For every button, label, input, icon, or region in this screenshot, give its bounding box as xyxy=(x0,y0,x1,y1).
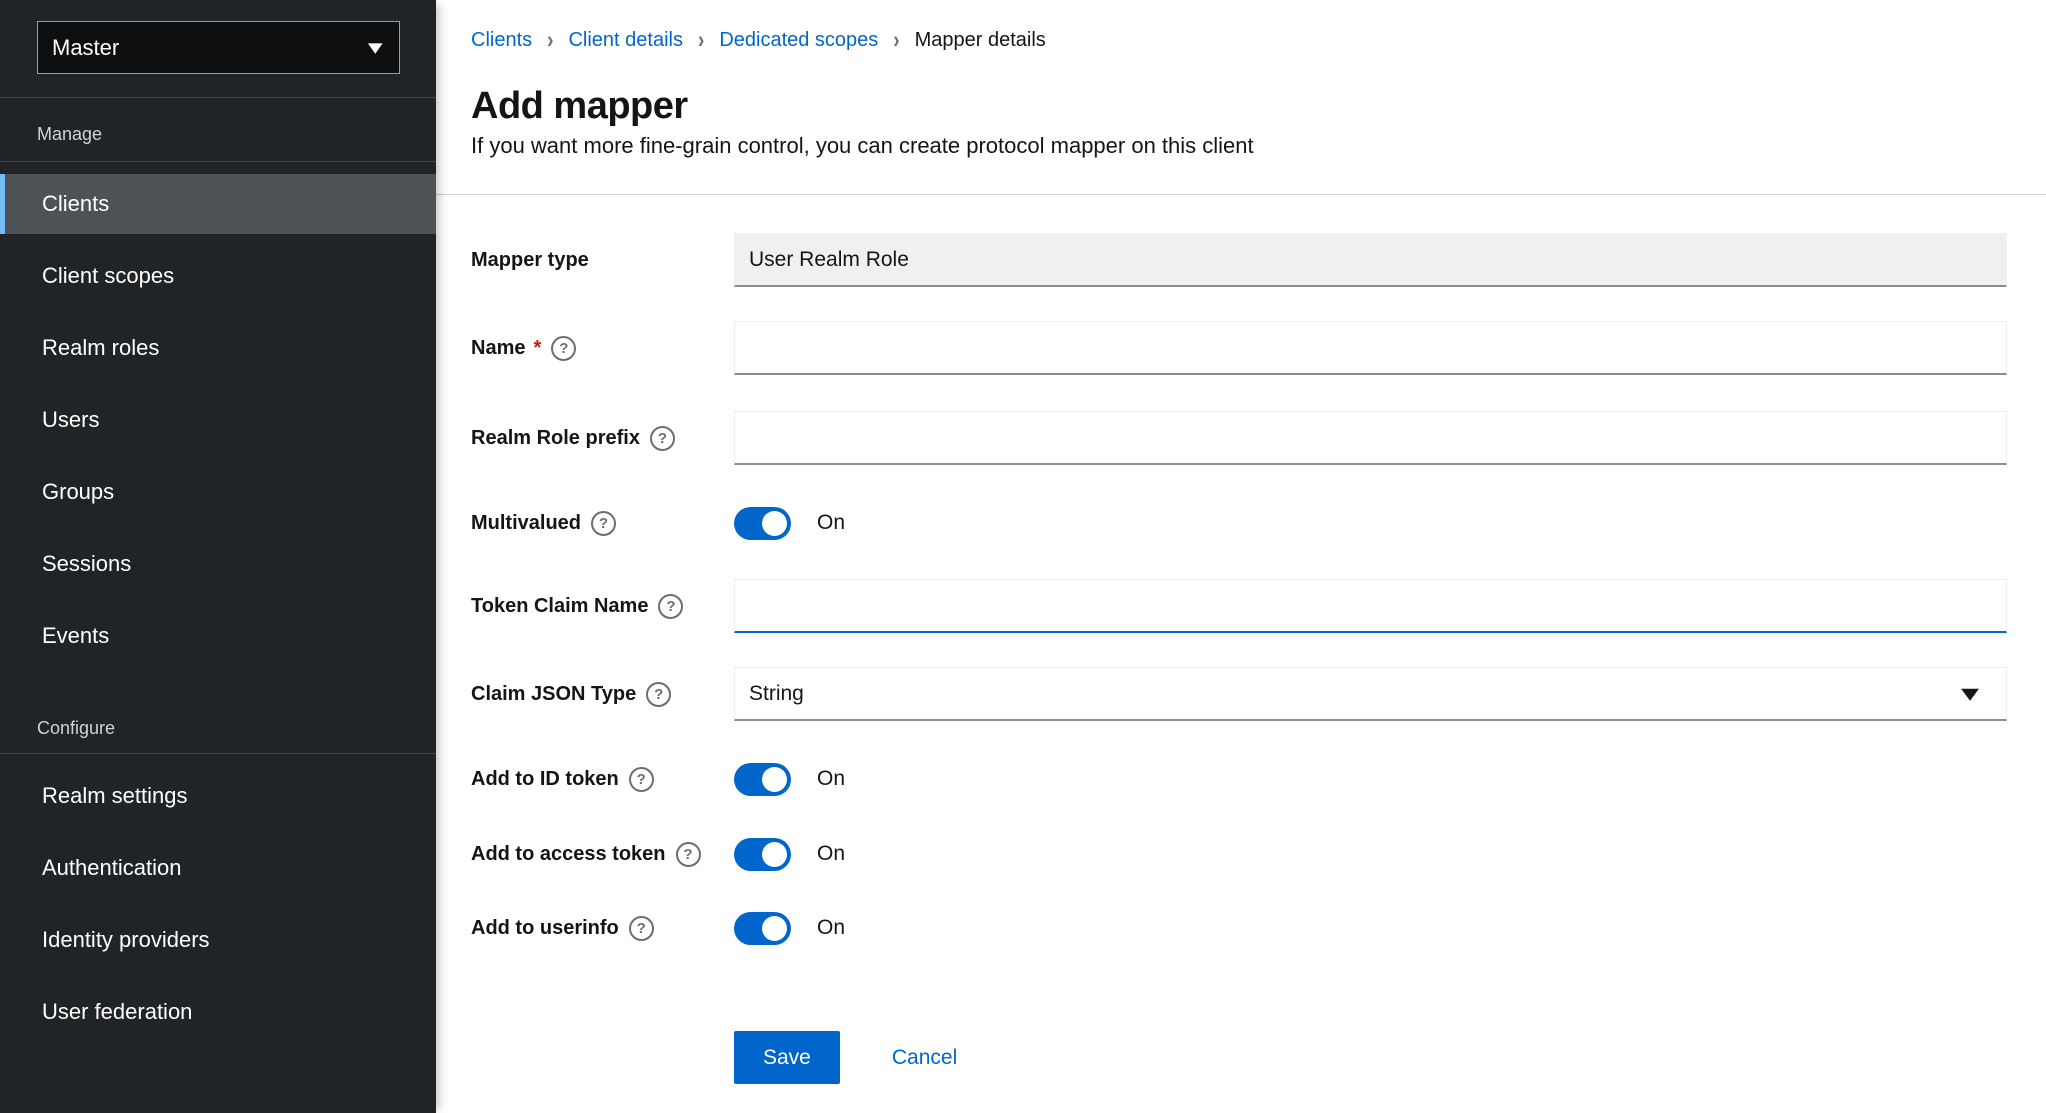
sidebar-item-realm-settings[interactable]: Realm settings xyxy=(0,766,436,826)
sidebar-item-realm-roles[interactable]: Realm roles xyxy=(0,318,436,378)
sidebar-item-label: Realm roles xyxy=(42,335,160,360)
add-to-userinfo-toggle[interactable] xyxy=(734,911,791,945)
breadcrumb-link-clients[interactable]: Clients xyxy=(471,29,532,52)
multivalued-label: Multivalued xyxy=(471,511,582,534)
toggle-knob xyxy=(762,841,787,867)
sidebar-item-events[interactable]: Events xyxy=(0,606,436,666)
sidebar-item-authentication[interactable]: Authentication xyxy=(0,838,436,898)
add-to-id-token-state: On xyxy=(817,767,846,790)
sidebar-item-user-federation[interactable]: User federation xyxy=(0,982,436,1042)
help-icon[interactable]: ? xyxy=(628,766,654,792)
form-row-add-to-access-token: Add to access token ? On xyxy=(471,832,2007,876)
token-claim-name-label: Token Claim Name xyxy=(471,594,649,617)
chevron-right-icon: › xyxy=(893,26,900,53)
nav-list-configure: Realm settings Authentication Identity p… xyxy=(0,766,436,1042)
chevron-right-icon: › xyxy=(697,26,705,53)
sidebar-divider xyxy=(0,97,436,98)
sidebar-divider xyxy=(0,753,436,754)
breadcrumb: Clients › Client details › Dedicated sco… xyxy=(471,26,2007,53)
required-asterisk: * xyxy=(533,336,542,359)
form-row-multivalued: Multivalued ? On xyxy=(471,501,2007,545)
sidebar-item-clients[interactable]: Clients xyxy=(0,174,436,234)
add-to-id-token-toggle[interactable] xyxy=(734,762,791,796)
mapper-type-field xyxy=(734,233,2007,287)
sidebar-item-label: Events xyxy=(42,623,110,648)
toggle-knob xyxy=(762,510,787,536)
token-claim-name-input[interactable] xyxy=(734,579,2007,633)
page-title: Add mapper xyxy=(471,85,688,127)
sidebar-item-label: Realm settings xyxy=(42,783,188,808)
main-content: Clients › Client details › Dedicated sco… xyxy=(436,0,2046,1113)
page-subtitle: If you want more fine-grain control, you… xyxy=(471,133,1254,158)
add-to-userinfo-state: On xyxy=(817,916,846,939)
form-row-token-claim-name: Token Claim Name ? xyxy=(471,579,2007,633)
help-icon[interactable]: ? xyxy=(658,593,684,619)
sidebar-item-label: Authentication xyxy=(42,855,182,880)
form-row-name: Name * ? xyxy=(471,321,2007,375)
breadcrumb-link-client-details[interactable]: Client details xyxy=(568,29,683,52)
sidebar-item-users[interactable]: Users xyxy=(0,390,436,450)
realm-role-prefix-label: Realm Role prefix xyxy=(471,426,640,449)
form-row-realm-role-prefix: Realm Role prefix ? xyxy=(471,411,2007,465)
sidebar-item-label: User federation xyxy=(42,999,193,1024)
sidebar-item-groups[interactable]: Groups xyxy=(0,462,436,522)
add-to-userinfo-label: Add to userinfo xyxy=(471,916,619,939)
sidebar-item-client-scopes[interactable]: Client scopes xyxy=(0,246,436,306)
form-row-add-to-userinfo: Add to userinfo ? On xyxy=(471,906,2007,950)
add-to-id-token-label: Add to ID token xyxy=(471,767,619,790)
form-actions: Save Cancel xyxy=(734,1031,2007,1084)
form-row-add-to-id-token: Add to ID token ? On xyxy=(471,757,2007,801)
name-input[interactable] xyxy=(734,321,2007,375)
help-icon[interactable]: ? xyxy=(646,681,672,707)
toggle-knob xyxy=(762,766,787,792)
realm-selector[interactable]: Master ▾ xyxy=(37,21,400,74)
breadcrumb-link-dedicated-scopes[interactable]: Dedicated scopes xyxy=(719,29,878,52)
toggle-knob xyxy=(762,915,787,941)
cancel-link[interactable]: Cancel xyxy=(892,1046,957,1070)
add-to-access-token-toggle[interactable] xyxy=(734,837,791,871)
chevron-down-icon: ▾ xyxy=(368,36,384,59)
chevron-down-icon: ▾ xyxy=(1960,679,1980,707)
help-icon[interactable]: ? xyxy=(675,841,701,867)
mapper-type-label: Mapper type xyxy=(471,248,589,271)
realm-role-prefix-input[interactable] xyxy=(734,411,2007,465)
help-icon[interactable]: ? xyxy=(649,425,675,451)
claim-json-type-select[interactable]: String ▾ xyxy=(734,667,2007,721)
sidebar-item-identity-providers[interactable]: Identity providers xyxy=(0,910,436,970)
sidebar-item-label: Sessions xyxy=(42,551,132,576)
nav-list-manage: Clients Client scopes Realm roles Users … xyxy=(0,174,436,666)
claim-json-type-value: String xyxy=(749,681,804,705)
add-to-access-token-state: On xyxy=(817,842,846,865)
claim-json-type-label: Claim JSON Type xyxy=(471,682,637,705)
sidebar-item-label: Identity providers xyxy=(42,927,210,952)
add-mapper-form: Mapper type Name * ? Realm Role xyxy=(436,195,2046,1084)
app-window: Master ▾ Manage Clients Client scopes Re… xyxy=(0,0,2046,1113)
sidebar: Master ▾ Manage Clients Client scopes Re… xyxy=(0,0,436,1113)
form-row-mapper-type: Mapper type xyxy=(471,233,2007,287)
page-header: Clients › Client details › Dedicated sco… xyxy=(436,0,2046,195)
sidebar-item-label: Users xyxy=(42,407,100,432)
sidebar-item-sessions[interactable]: Sessions xyxy=(0,534,436,594)
sidebar-divider xyxy=(0,161,436,162)
realm-selector-value: Master xyxy=(52,34,120,60)
nav-section-title-configure: Configure xyxy=(37,718,116,738)
add-to-access-token-label: Add to access token xyxy=(471,842,666,865)
breadcrumb-current: Mapper details xyxy=(914,29,1046,51)
multivalued-toggle[interactable] xyxy=(734,506,791,540)
name-label: Name xyxy=(471,336,526,359)
save-button[interactable]: Save xyxy=(734,1031,840,1084)
nav-section-title-manage: Manage xyxy=(37,124,103,144)
multivalued-state: On xyxy=(817,511,846,534)
sidebar-item-label: Groups xyxy=(42,479,115,504)
help-icon[interactable]: ? xyxy=(628,915,654,941)
form-row-claim-json-type: Claim JSON Type ? String ▾ xyxy=(471,667,2007,721)
help-icon[interactable]: ? xyxy=(591,510,617,536)
sidebar-item-label: Clients xyxy=(42,191,110,216)
help-icon[interactable]: ? xyxy=(551,335,577,361)
chevron-right-icon: › xyxy=(547,26,554,53)
sidebar-item-label: Client scopes xyxy=(42,263,175,288)
